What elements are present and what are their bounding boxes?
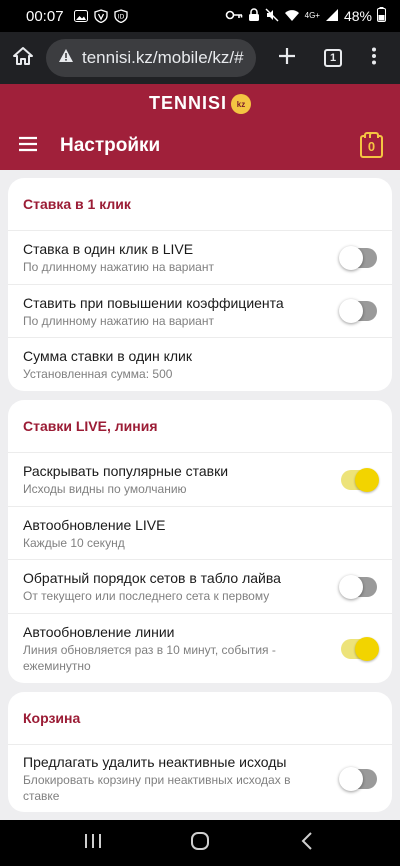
basket-count: 0 (367, 138, 376, 154)
toggle-switch[interactable] (339, 245, 377, 270)
mute-icon (265, 8, 279, 25)
setting-subtitle: Линия обновляется раз в 10 минут, событи… (23, 643, 276, 673)
vpn-shield-icon (93, 9, 108, 23)
kz-badge: kz (231, 94, 251, 114)
setting-title: Ставить при повышении коэффициента (23, 294, 284, 311)
recents-icon (84, 833, 102, 854)
menu-dots-icon (371, 47, 377, 70)
page-title: Настройки (60, 135, 161, 156)
setting-title: Обратный порядок сетов в табло лайва (23, 570, 281, 586)
url-text[interactable]: tennisi.kz/mobile/kz/# (82, 48, 244, 68)
status-right-icons: 4G+ 48% (225, 7, 386, 25)
setting-subtitle: Установленная сумма: 500 (23, 367, 173, 381)
setting-row[interactable]: Ставить при повышении коэффициента По дл… (8, 284, 392, 337)
toggle-switch[interactable] (339, 299, 377, 323)
setting-row[interactable]: Ставка в один клик в LIVE По длинному на… (8, 230, 392, 284)
back-button[interactable] (277, 820, 337, 866)
hamburger-icon (18, 136, 38, 157)
browser-home-button[interactable] (0, 32, 46, 84)
svg-text:ID: ID (117, 14, 124, 21)
setting-row[interactable]: Обратный порядок сетов в табло лайва От … (8, 559, 392, 613)
network-type: 4G+ (304, 11, 320, 20)
toggle-knob (339, 299, 363, 323)
setting-title: Предлагать удалить неактивные исходы (23, 754, 287, 770)
browser-toolbar: tennisi.kz/mobile/kz/# 1 (0, 32, 400, 84)
setting-row[interactable]: Сумма ставки в один клик Установленная с… (8, 337, 392, 391)
setting-row[interactable]: Предлагать удалить неактивные исходы Бло… (8, 744, 392, 812)
setting-row[interactable]: Автообновление LIVE Каждые 10 секунд (8, 506, 392, 559)
settings-content: Ставка в 1 клик Ставка в один клик в LIV… (0, 170, 400, 820)
status-time: 00:07 (26, 7, 64, 25)
warning-icon[interactable] (58, 48, 74, 68)
setting-title: Сумма ставки в один клик (23, 348, 193, 364)
setting-title: Ставка в один клик в LIVE (23, 241, 194, 257)
vpn-key-icon (225, 8, 243, 24)
toggle-knob (339, 574, 363, 599)
section-title: Корзина (23, 710, 81, 726)
nav-home-icon (190, 831, 210, 856)
brand-logo[interactable]: TENNISI (149, 93, 227, 114)
toggle-knob (339, 766, 363, 791)
browser-menu-button[interactable] (356, 32, 392, 84)
recents-button[interactable] (63, 820, 123, 866)
section-title: Ставка в 1 клик (23, 196, 131, 212)
back-icon (301, 831, 313, 855)
new-tab-button[interactable] (264, 32, 310, 84)
home-icon (12, 46, 34, 71)
toggle-switch[interactable] (339, 766, 377, 791)
setting-subtitle: Каждые 10 секунд (23, 535, 125, 550)
nav-home-button[interactable] (170, 820, 230, 866)
alarm-lock-icon (248, 7, 260, 25)
section-live: Ставки LIVE, линия Раскрывать популярные… (8, 400, 392, 683)
tab-count: 1 (324, 49, 342, 67)
toggle-knob (339, 245, 363, 270)
setting-subtitle: От текущего или последнего сета к первом… (23, 589, 270, 603)
setting-subtitle: Исходы видны по умолчанию (23, 482, 187, 496)
section-title: Ставки LIVE, линия (23, 418, 158, 434)
address-bar[interactable]: tennisi.kz/mobile/kz/# (46, 39, 256, 77)
basket-button[interactable]: 0 (360, 131, 383, 158)
system-nav-bar (0, 820, 400, 866)
photo-icon (73, 10, 88, 22)
status-bar: 00:07 ID 4G+ 48% (0, 0, 400, 32)
battery-percent: 48% (343, 8, 372, 24)
setting-title: Автообновление LIVE (23, 516, 166, 533)
brand-bar: TENNISI kz (0, 84, 400, 122)
setting-title: Раскрывать популярные ставки (23, 463, 229, 479)
section-oneclick: Ставка в 1 клик Ставка в один клик в LIV… (8, 178, 392, 391)
battery-icon (377, 7, 386, 25)
setting-title: Автообновление линии (23, 624, 175, 640)
toggle-switch[interactable] (341, 467, 379, 492)
toggle-switch[interactable] (341, 636, 379, 661)
shield-icon: ID (113, 9, 128, 23)
plus-icon (278, 47, 296, 70)
setting-row[interactable]: Раскрывать популярные ставки Исходы видн… (8, 452, 392, 506)
toggle-knob (355, 467, 379, 492)
setting-subtitle: Блокировать корзину при неактивных исход… (23, 773, 291, 803)
setting-subtitle: По длинному нажатию на вариант (23, 313, 214, 328)
setting-row[interactable]: Автообновление линии Линия обновляется р… (8, 613, 392, 683)
menu-button[interactable] (0, 122, 56, 170)
wifi-icon (284, 8, 300, 25)
status-left-icons: ID (73, 9, 128, 23)
section-basket: Корзина Предлагать удалить неактивные ис… (8, 692, 392, 812)
app-header: Настройки 0 (0, 122, 400, 170)
toggle-knob (355, 636, 379, 661)
toggle-switch[interactable] (339, 574, 377, 599)
signal-icon (325, 8, 339, 25)
setting-subtitle: По длинному нажатию на вариант (23, 260, 214, 274)
tab-switcher-button[interactable]: 1 (310, 32, 356, 84)
